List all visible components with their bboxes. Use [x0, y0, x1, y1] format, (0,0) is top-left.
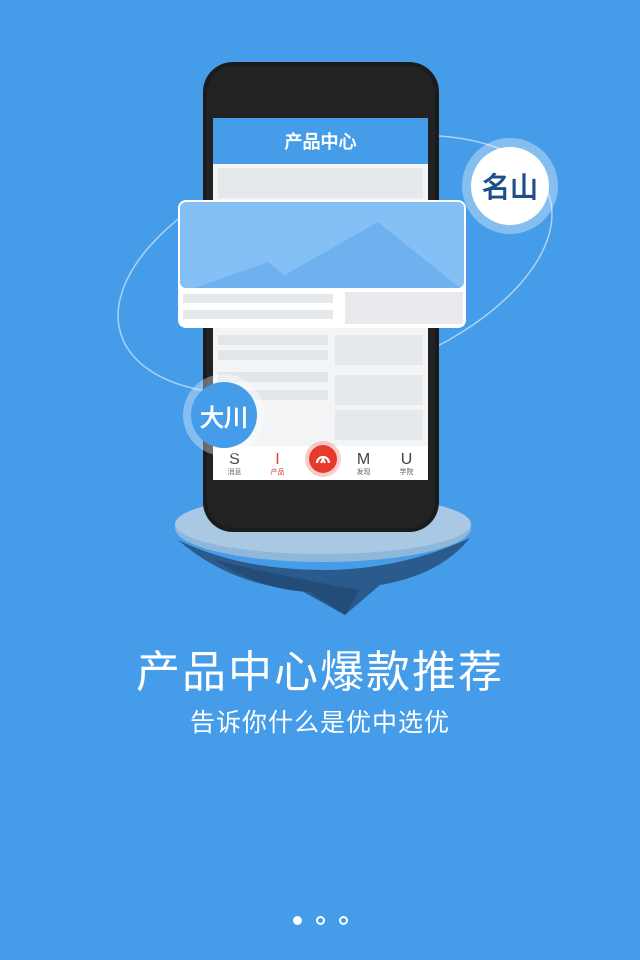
tab-discover: M 发现 — [356, 451, 371, 476]
mountain-bubble: 名山 — [471, 147, 549, 225]
river-bubble: 大川 — [191, 382, 257, 448]
subheadline: 告诉你什么是优中选优 — [189, 708, 450, 737]
products-icon: I — [275, 451, 280, 468]
tab-products: I 产品 — [270, 451, 285, 476]
phone-tab-bar: S 消息 I 产品 M 发现 U 学院 — [213, 441, 428, 480]
headline: 产品中心爆款推荐 — [136, 647, 504, 698]
tab-center — [299, 441, 342, 480]
app-title: 产品中心 — [284, 132, 357, 153]
pager-dot-3[interactable] — [338, 916, 348, 925]
discover-icon: M — [356, 451, 371, 468]
pager-dot-2[interactable] — [315, 916, 325, 925]
pager-dot-1[interactable] — [292, 916, 302, 925]
pager-dots — [0, 916, 640, 925]
app-title-bar: 产品中心 — [213, 118, 428, 164]
academy-icon: U — [400, 451, 413, 468]
tab-academy: U 学院 — [399, 451, 414, 476]
